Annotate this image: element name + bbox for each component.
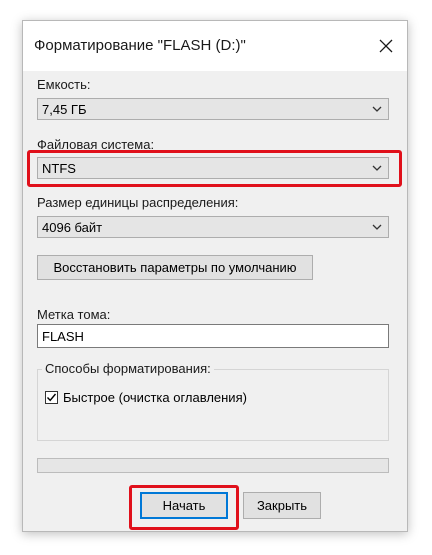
close-icon bbox=[379, 39, 393, 53]
chevron-down-icon bbox=[372, 165, 382, 171]
capacity-value: 7,45 ГБ bbox=[42, 102, 87, 117]
close-window-button[interactable] bbox=[369, 29, 403, 63]
volume-label: Метка тома: bbox=[37, 307, 111, 322]
volume-label-input[interactable] bbox=[37, 324, 389, 348]
chevron-down-icon bbox=[372, 224, 382, 230]
format-options-group: Способы форматирования: Быстрое (очистка… bbox=[37, 361, 389, 441]
format-options-title: Способы форматирования: bbox=[42, 361, 214, 376]
chevron-down-icon bbox=[372, 106, 382, 112]
close-button[interactable]: Закрыть bbox=[243, 492, 321, 519]
quick-format-label: Быстрое (очистка оглавления) bbox=[63, 390, 247, 405]
format-dialog: Форматирование "FLASH (D:)" Емкость: 7,4… bbox=[22, 20, 408, 532]
format-progress-bar bbox=[37, 458, 389, 473]
filesystem-label: Файловая система: bbox=[37, 137, 155, 152]
allocation-label: Размер единицы распределения: bbox=[37, 195, 239, 210]
restore-defaults-button[interactable]: Восстановить параметры по умолчанию bbox=[37, 255, 313, 280]
quick-format-option[interactable]: Быстрое (очистка оглавления) bbox=[45, 390, 247, 405]
allocation-value: 4096 байт bbox=[42, 220, 103, 235]
quick-format-checkbox[interactable] bbox=[45, 391, 58, 404]
filesystem-select[interactable]: NTFS bbox=[37, 157, 389, 179]
window-title: Форматирование "FLASH (D:)" bbox=[34, 37, 246, 54]
capacity-select[interactable]: 7,45 ГБ bbox=[37, 98, 389, 120]
start-button[interactable]: Начать bbox=[140, 492, 228, 519]
allocation-select[interactable]: 4096 байт bbox=[37, 216, 389, 238]
checkmark-icon bbox=[46, 393, 57, 402]
capacity-label: Емкость: bbox=[37, 77, 91, 92]
filesystem-value: NTFS bbox=[42, 161, 76, 176]
title-bar: Форматирование "FLASH (D:)" bbox=[23, 21, 407, 71]
